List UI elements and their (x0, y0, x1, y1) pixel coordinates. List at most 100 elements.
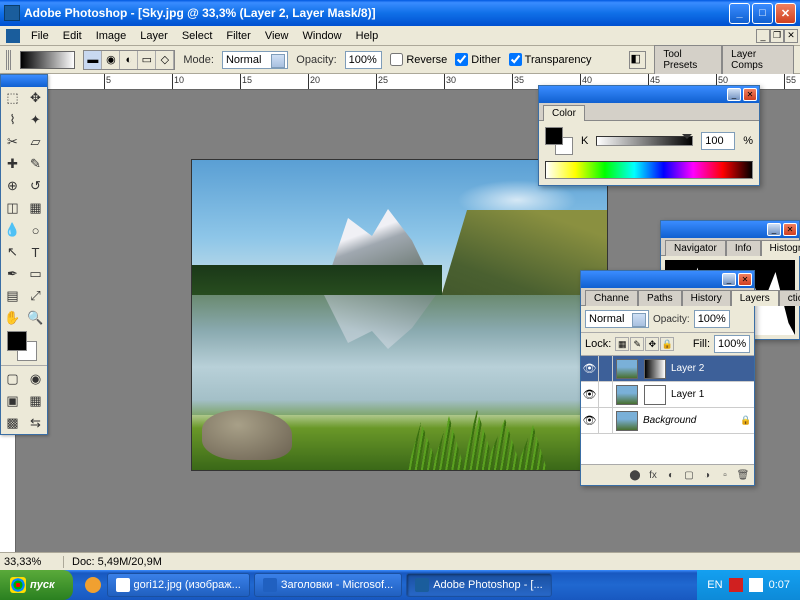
layer-mask-thumbnail[interactable] (644, 359, 666, 379)
quickmask-mode-button[interactable]: ◉ (24, 368, 47, 390)
visibility-toggle[interactable]: 👁 (581, 382, 599, 407)
palette-toggle-button[interactable]: ◧ (629, 51, 646, 69)
menu-help[interactable]: Help (349, 28, 386, 44)
zoom-tool[interactable]: 🔍 (24, 307, 47, 329)
toolbox-titlebar[interactable] (1, 75, 47, 87)
layers-panel-titlebar[interactable]: _ ✕ (581, 271, 754, 288)
layer-name[interactable]: Layer 1 (669, 389, 754, 400)
layers-tab[interactable]: Layers (731, 290, 779, 306)
slice-tool[interactable]: ▱ (24, 131, 47, 153)
gradient-preview[interactable] (20, 51, 76, 69)
menu-view[interactable]: View (258, 28, 296, 44)
new-layer-button[interactable]: ▫ (717, 468, 733, 482)
history-brush-tool[interactable]: ↺ (24, 175, 47, 197)
gradient-reflected-button[interactable]: ▭ (138, 51, 156, 69)
layer-comps-tab[interactable]: Layer Comps (722, 45, 794, 75)
color-panel-titlebar[interactable]: _ ✕ (539, 86, 759, 103)
taskbar-item[interactable]: gori12.jpg (изображ... (107, 573, 250, 597)
layer-thumbnail[interactable] (616, 359, 638, 379)
window-minimize-button[interactable]: _ (729, 3, 750, 24)
delete-layer-button[interactable]: 🗑 (735, 468, 751, 482)
tool-presets-tab[interactable]: Tool Presets (654, 45, 722, 75)
visibility-toggle[interactable]: 👁 (581, 408, 599, 433)
panel-minimize-button[interactable]: _ (727, 88, 741, 101)
doc-restore-button[interactable]: ❐ (770, 29, 784, 43)
start-button[interactable]: пуск (0, 570, 73, 600)
visibility-toggle[interactable]: 👁 (581, 356, 599, 381)
info-tab[interactable]: Info (726, 240, 761, 256)
menu-layer[interactable]: Layer (133, 28, 175, 44)
navigator-tab[interactable]: Navigator (665, 240, 726, 256)
panel-close-button[interactable]: ✕ (743, 88, 757, 101)
taskbar-item[interactable]: Adobe Photoshop - [... (406, 573, 551, 597)
color-k-input[interactable]: 100 (701, 132, 735, 150)
screen-mode-1[interactable]: ▣ (1, 390, 24, 412)
paths-tab[interactable]: Paths (638, 290, 682, 306)
gradient-radial-button[interactable]: ◉ (102, 51, 120, 69)
clock[interactable]: 0:07 (769, 579, 790, 591)
window-maximize-button[interactable]: □ (752, 3, 773, 24)
hand-tool[interactable]: ✋ (1, 307, 24, 329)
lock-all-button[interactable]: 🔒 (660, 337, 674, 351)
tray-icon[interactable] (729, 578, 743, 592)
marquee-tool[interactable]: ⬚ (1, 87, 24, 109)
wand-tool[interactable]: ✦ (24, 109, 47, 131)
layer-opacity-input[interactable]: 100% (694, 310, 730, 328)
pen-tool[interactable]: ✒ (1, 263, 24, 285)
type-tool[interactable]: T (24, 241, 47, 263)
history-tab[interactable]: History (682, 290, 731, 306)
menu-file[interactable]: File (24, 28, 56, 44)
panel-close-button[interactable]: ✕ (783, 223, 797, 236)
path-tool[interactable]: ↖ (1, 241, 24, 263)
document-canvas[interactable] (192, 160, 607, 470)
transparency-checkbox[interactable]: Transparency (509, 53, 592, 66)
layer-row[interactable]: 👁 Layer 1 (581, 382, 754, 408)
histogram-tab[interactable]: Histogram (761, 240, 800, 256)
layer-thumbnail[interactable] (616, 411, 638, 431)
layer-row[interactable]: 👁 Background 🔒 (581, 408, 754, 434)
zoom-level[interactable]: 33,33% (0, 556, 64, 568)
standard-mode-button[interactable]: ▢ (1, 368, 24, 390)
layer-name[interactable]: Background (641, 415, 740, 426)
lock-image-button[interactable]: ✎ (630, 337, 644, 351)
gradient-linear-button[interactable]: ▬ (84, 51, 102, 69)
blur-tool[interactable]: 💧 (1, 219, 24, 241)
lock-transparency-button[interactable]: ▦ (615, 337, 629, 351)
blend-mode-select[interactable]: Normal (585, 310, 649, 328)
color-tab[interactable]: Color (543, 105, 585, 121)
menu-window[interactable]: Window (296, 28, 349, 44)
menu-edit[interactable]: Edit (56, 28, 89, 44)
color-fg-swatch[interactable] (545, 127, 563, 145)
opacity-input[interactable]: 100% (345, 51, 383, 69)
color-k-slider[interactable] (596, 136, 693, 146)
channels-tab[interactable]: Channe (585, 290, 638, 306)
layer-mask-button[interactable]: ◐ (663, 468, 679, 482)
actions-tab[interactable]: ctions (779, 290, 800, 306)
lasso-tool[interactable]: ⌇ (1, 109, 24, 131)
screen-mode-3[interactable]: ▩ (1, 412, 24, 434)
doc-size[interactable]: Doc: 5,49M/20,9M (64, 556, 170, 568)
dodge-tool[interactable]: ○ (24, 219, 47, 241)
menu-filter[interactable]: Filter (219, 28, 257, 44)
menu-image[interactable]: Image (89, 28, 134, 44)
panel-minimize-button[interactable]: _ (767, 223, 781, 236)
layer-row[interactable]: 👁 Layer 2 (581, 356, 754, 382)
layer-style-button[interactable]: fx (645, 468, 661, 482)
layer-thumbnail[interactable] (616, 385, 638, 405)
eraser-tool[interactable]: ◫ (1, 197, 24, 219)
link-layers-button[interactable]: ⬤ (627, 468, 643, 482)
color-spectrum[interactable] (545, 161, 753, 179)
menu-select[interactable]: Select (175, 28, 220, 44)
fill-input[interactable]: 100% (714, 335, 750, 353)
options-grip[interactable] (6, 50, 12, 70)
mode-select[interactable]: Normal (222, 51, 288, 69)
link-cell[interactable] (599, 356, 613, 381)
move-tool[interactable]: ✥ (24, 87, 47, 109)
quick-launch-firefox-icon[interactable] (85, 577, 101, 593)
panel-close-button[interactable]: ✕ (738, 273, 752, 286)
dither-checkbox[interactable]: Dither (455, 53, 500, 66)
eyedropper-tool[interactable]: ⤢ (24, 285, 47, 307)
gradient-diamond-button[interactable]: ◇ (156, 51, 174, 69)
window-close-button[interactable]: ✕ (775, 3, 796, 24)
link-cell[interactable] (599, 408, 613, 433)
